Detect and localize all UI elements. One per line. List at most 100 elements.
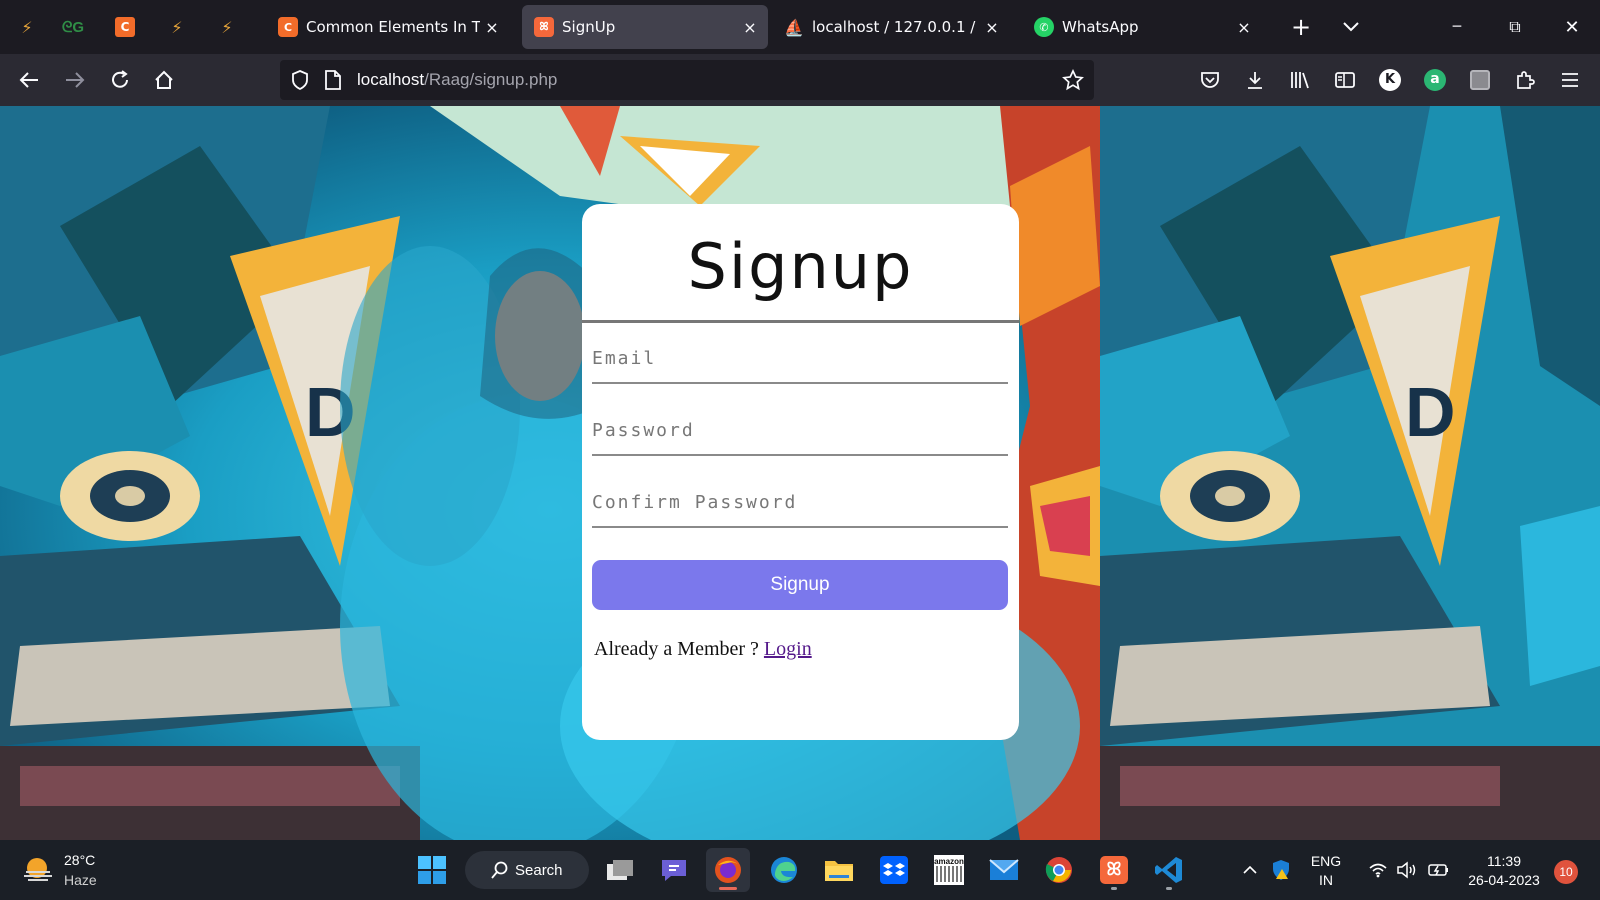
puzzle-piece-icon (1517, 71, 1535, 89)
weather-condition: Haze (64, 872, 97, 888)
firefox-taskbar-button[interactable] (706, 848, 750, 892)
pinned-tab-geeksforgeeks[interactable]: ⚡ (10, 10, 44, 44)
sidebar-icon (1335, 72, 1355, 88)
dropbox-icon (880, 856, 908, 884)
email-field[interactable] (592, 340, 1008, 376)
arrow-left-icon (19, 72, 38, 88)
already-member-text: Already a Member ? Login (594, 638, 812, 661)
running-indicator (1111, 887, 1117, 890)
restore-button[interactable]: ⧉ (1498, 10, 1532, 44)
extension-button[interactable] (1463, 63, 1497, 97)
mail-icon (989, 859, 1019, 880)
windows-logo-icon (418, 856, 446, 884)
clock-date: 26-04-2023 (1468, 872, 1540, 888)
downloads-button[interactable] (1238, 63, 1272, 97)
language-code: ENG (1310, 853, 1342, 869)
address-bar[interactable]: localhost/Raag/signup.php (280, 60, 1094, 100)
hamburger-menu-icon (1562, 73, 1578, 87)
task-view-icon (607, 860, 633, 880)
wifi-icon (1369, 863, 1387, 878)
wifi-button[interactable] (1366, 848, 1390, 892)
notification-badge[interactable]: 10 (1554, 860, 1578, 884)
pinned-tab-codecademy[interactable]: C (108, 10, 142, 44)
clock[interactable]: 11:39 26-04-2023 (1462, 852, 1546, 890)
xampp-button[interactable]: ꕤ (1092, 848, 1136, 892)
signup-button[interactable]: Signup (592, 560, 1008, 610)
close-tab-icon[interactable]: × (980, 15, 1004, 39)
pinned-tab-gfg[interactable]: ᘓG (56, 10, 90, 44)
tab-signup[interactable]: ꕤ SignUp × (522, 5, 768, 49)
bookmark-star-icon[interactable] (1062, 69, 1084, 91)
start-button[interactable] (410, 848, 454, 892)
close-tab-icon[interactable]: × (1232, 15, 1256, 39)
graffiti-background-image-right: D (1100, 106, 1600, 840)
language-indicator[interactable]: ENG IN (1306, 852, 1346, 890)
member-prompt: Already a Member ? (594, 638, 764, 660)
sun-haze-icon (24, 858, 52, 881)
gfg-icon: ᘓG (61, 18, 85, 36)
library-button[interactable] (1283, 63, 1317, 97)
reload-button[interactable] (103, 63, 137, 97)
menu-button[interactable] (1553, 63, 1587, 97)
login-link[interactable]: Login (764, 638, 812, 660)
tab-label: WhatsApp (1062, 18, 1139, 36)
taskbar-search[interactable]: Search (465, 851, 589, 889)
geeksforgeeks-icon: ⚡ (21, 17, 33, 37)
close-tab-icon[interactable]: × (738, 15, 762, 39)
forward-button[interactable] (58, 63, 92, 97)
volume-button[interactable] (1395, 848, 1419, 892)
amazon-assistant-button[interactable]: a (1418, 63, 1452, 97)
extensions-button[interactable] (1508, 63, 1542, 97)
amazon-button[interactable]: amazon (927, 848, 971, 892)
geeksforgeeks-icon: ⚡ (221, 17, 233, 37)
task-view-button[interactable] (598, 848, 642, 892)
url-text[interactable]: localhost/Raag/signup.php (357, 70, 557, 90)
tab-phpmyadmin[interactable]: ⛵ localhost / 127.0.0.1 / users × (772, 5, 1010, 49)
page-title: Signup (687, 230, 914, 303)
svg-text:D: D (1405, 373, 1456, 451)
edge-taskbar-button[interactable] (762, 848, 806, 892)
pinned-tab-geeksforgeeks-2[interactable]: ⚡ (160, 10, 194, 44)
password-field[interactable] (592, 412, 1008, 448)
chevron-down-icon (1343, 22, 1359, 32)
file-explorer-button[interactable] (817, 848, 861, 892)
pocket-button[interactable] (1193, 63, 1227, 97)
battery-button[interactable] (1427, 848, 1451, 892)
home-button[interactable] (147, 63, 181, 97)
close-window-button[interactable]: ✕ (1555, 10, 1589, 44)
clock-time: 11:39 (1487, 853, 1521, 869)
dropbox-button[interactable] (872, 848, 916, 892)
tab-whatsapp[interactable]: ✆ WhatsApp × (1022, 5, 1262, 49)
folder-icon (825, 861, 853, 881)
active-indicator (719, 887, 737, 890)
codecademy-icon: C (115, 17, 135, 37)
list-all-tabs-button[interactable] (1334, 10, 1368, 44)
sidebar-button[interactable] (1328, 63, 1362, 97)
tab-common-elements[interactable]: C Common Elements In Three × (266, 5, 510, 49)
show-hidden-icons-button[interactable] (1238, 848, 1262, 892)
weather-widget[interactable]: 28°C Haze (22, 850, 97, 890)
extension-square-icon (1470, 70, 1490, 90)
security-tray-button[interactable] (1268, 848, 1294, 892)
teams-chat-button[interactable] (652, 848, 696, 892)
amazon-pattern (936, 866, 962, 882)
windows-taskbar: 28°C Haze Search amazon ꕤ ENG IN 11:39 2… (0, 840, 1600, 900)
url-path: /Raag/signup.php (424, 70, 558, 89)
signup-card: Signup Signup Already a Member ? Login (582, 204, 1019, 740)
vscode-button[interactable] (1147, 848, 1191, 892)
amazon-icon: amazon (934, 855, 964, 885)
mail-button[interactable] (982, 848, 1026, 892)
close-tab-icon[interactable]: × (480, 15, 504, 39)
arrow-right-icon (66, 72, 85, 88)
pinned-tab-geeksforgeeks-3[interactable]: ⚡ (210, 10, 244, 44)
home-icon (155, 70, 173, 89)
new-tab-button[interactable]: + (1284, 10, 1318, 44)
minimize-button[interactable]: ─ (1440, 10, 1474, 44)
confirm-password-field[interactable] (592, 484, 1008, 520)
shield-icon (292, 70, 308, 90)
pocket-icon (1201, 72, 1219, 88)
chrome-button[interactable] (1037, 848, 1081, 892)
region-code: IN (1319, 872, 1333, 888)
back-button[interactable] (12, 63, 46, 97)
profile-extension-button[interactable]: K (1373, 63, 1407, 97)
